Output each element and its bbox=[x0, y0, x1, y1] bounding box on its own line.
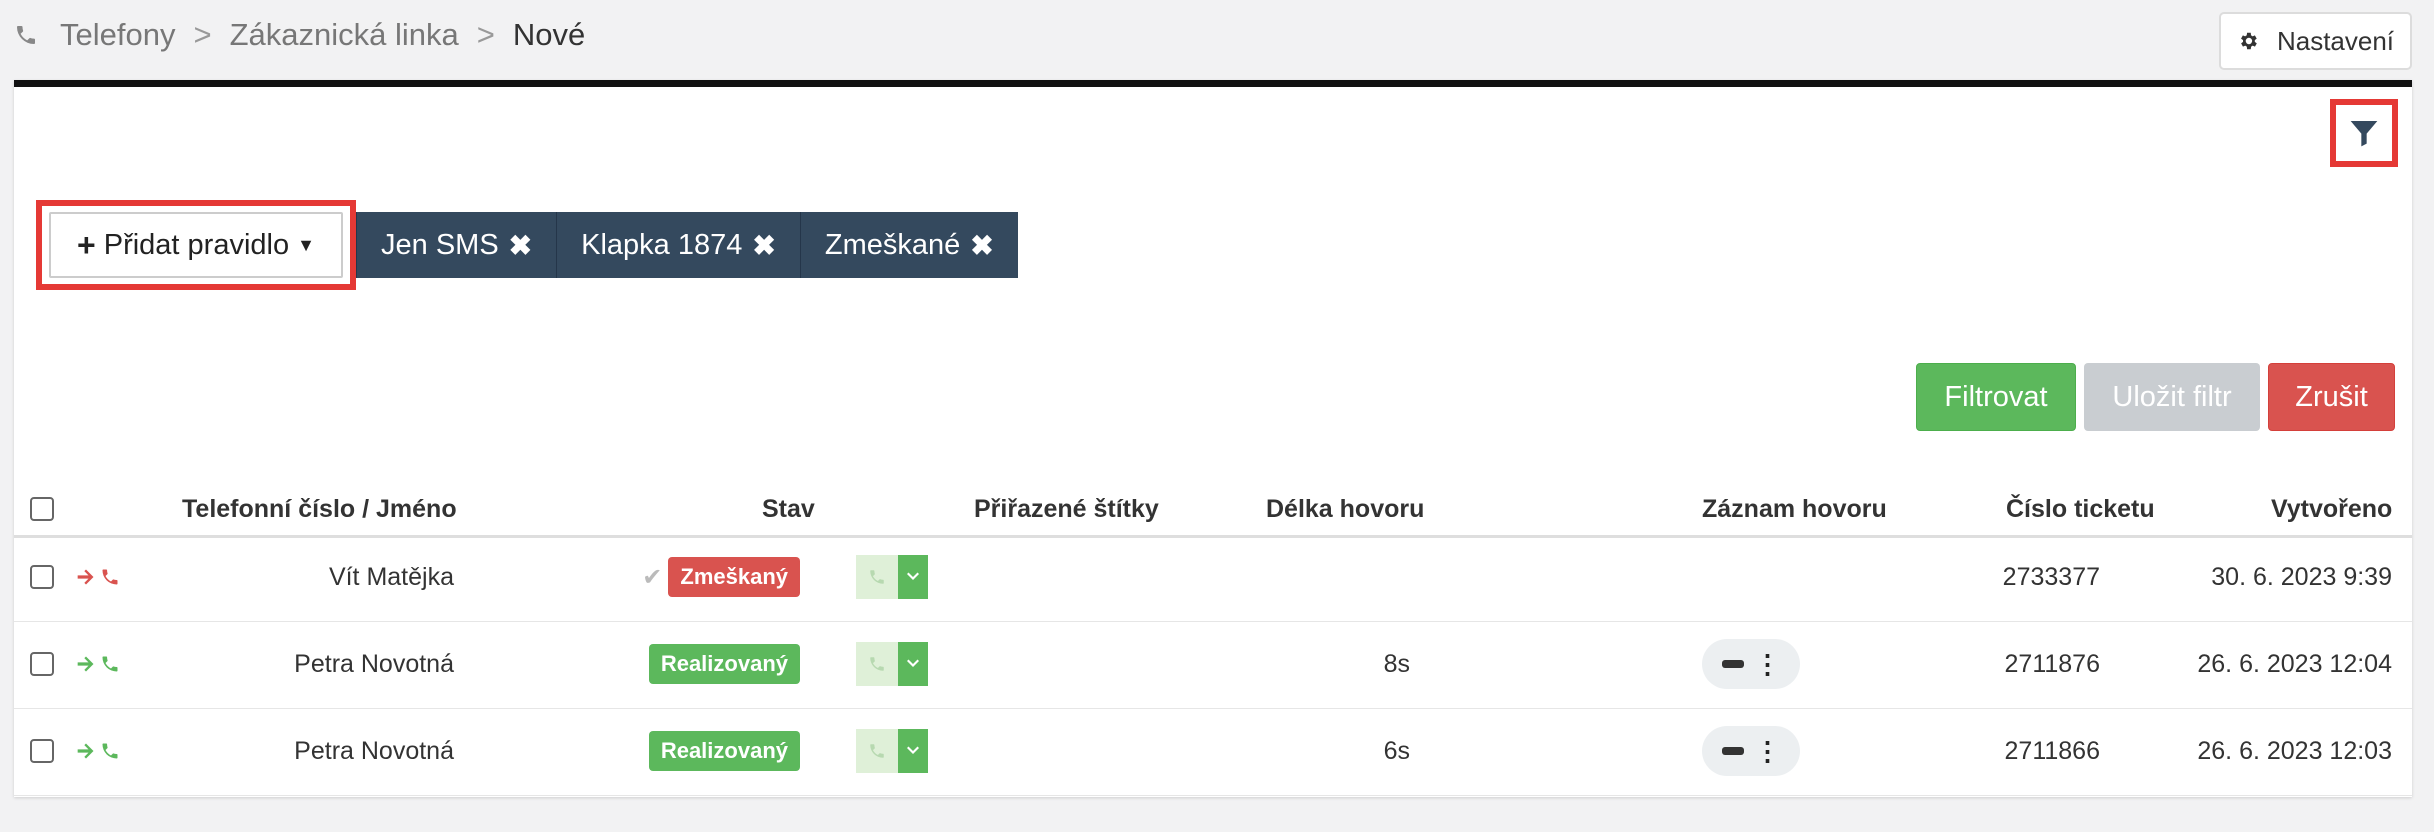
filter-tag-label: Zmeškané bbox=[824, 228, 961, 261]
recording-player[interactable]: ⋮ bbox=[1702, 726, 1800, 776]
arrow-right-icon bbox=[77, 569, 94, 585]
table-row[interactable]: Petra Novotná Realizovaný 8s ⋮ 2711876 26. 6.… bbox=[14, 620, 2412, 709]
dropdown-toggle[interactable] bbox=[898, 729, 928, 773]
header-created[interactable]: Vytvořeno bbox=[2271, 485, 2392, 533]
call-button[interactable] bbox=[856, 642, 898, 686]
breadcrumb: Telefony > Zákaznická linka > Nové bbox=[14, 12, 585, 58]
dropdown-toggle[interactable] bbox=[898, 642, 928, 686]
settings-label: Nastavení bbox=[2276, 25, 2395, 56]
filter-tag[interactable]: Zmeškané ✖ bbox=[799, 212, 1018, 278]
call-direction bbox=[76, 533, 124, 621]
row-checkbox[interactable] bbox=[30, 652, 54, 676]
settings-button[interactable]: Nastavení bbox=[2219, 12, 2412, 70]
breadcrumb-item-zakaznicka-linka[interactable]: Zákaznická linka bbox=[230, 17, 459, 53]
call-direction bbox=[76, 707, 124, 795]
table-row[interactable]: Vít Matějka ✔ Zmeškaný 2733377 30. 6. 2023 9… bbox=[14, 533, 2412, 622]
created-date: 30. 6. 2023 9:39 bbox=[2211, 562, 2392, 591]
header-tags[interactable]: Přiřazené štítky bbox=[974, 485, 1159, 533]
remove-tag-icon[interactable]: ✖ bbox=[970, 229, 993, 262]
caller-name[interactable]: Vít Matějka bbox=[329, 533, 454, 621]
calls-panel: + Přidat pravidlo ▼ Jen SMS ✖ Klapka 187… bbox=[14, 80, 2412, 797]
header-ticket[interactable]: Číslo ticketu bbox=[2006, 485, 2155, 533]
remove-tag-icon[interactable]: ✖ bbox=[752, 229, 775, 262]
chevron-down-icon bbox=[907, 659, 919, 667]
plus-icon: + bbox=[77, 226, 96, 263]
ticket-number[interactable]: 2733377 bbox=[2003, 533, 2100, 621]
caller-name[interactable]: Petra Novotná bbox=[294, 620, 454, 708]
phone-icon bbox=[870, 570, 884, 584]
remove-tag-icon[interactable]: ✖ bbox=[509, 229, 532, 262]
breadcrumb-current: Nové bbox=[512, 17, 586, 52]
dropdown-toggle[interactable] bbox=[898, 555, 928, 599]
call-button[interactable] bbox=[856, 555, 898, 599]
call-button[interactable] bbox=[856, 729, 898, 773]
phone-icon bbox=[102, 656, 118, 672]
more-options-icon[interactable]: ⋮ bbox=[1755, 738, 1781, 764]
progress-bar-icon bbox=[1721, 747, 1744, 755]
breadcrumb-separator: > bbox=[476, 17, 495, 52]
gear-icon bbox=[2240, 32, 2257, 50]
breadcrumb-item-telefony[interactable]: Telefony bbox=[60, 17, 175, 53]
filter-tag[interactable]: Klapka 1874 ✖ bbox=[556, 212, 800, 278]
filter-icon bbox=[2350, 121, 2378, 147]
chevron-down-icon bbox=[907, 746, 919, 754]
apply-filter-button[interactable]: Filtrovat bbox=[1916, 363, 2076, 431]
call-action-split-button[interactable] bbox=[856, 555, 928, 599]
phone-icon bbox=[102, 743, 118, 759]
call-duration: 6s bbox=[1383, 736, 1410, 765]
status-badge: Realizovaný bbox=[648, 731, 800, 771]
status-badge: Zmeškaný bbox=[668, 557, 800, 597]
filter-actions: Filtrovat Uložit filtr Zrušit bbox=[1916, 363, 2395, 431]
phone-icon bbox=[17, 26, 35, 44]
phone-icon bbox=[870, 744, 884, 758]
chevron-down-icon bbox=[907, 572, 919, 580]
add-rule-highlight: + Přidat pravidlo ▼ bbox=[36, 200, 356, 290]
breadcrumb-separator: > bbox=[193, 17, 212, 52]
add-rule-label: Přidat pravidlo bbox=[103, 228, 290, 261]
header-phone-name[interactable]: Telefonní číslo / Jméno bbox=[182, 485, 457, 533]
table-header: Telefonní číslo / Jméno Stav Přiřazené š… bbox=[14, 485, 2412, 538]
phone-icon bbox=[870, 657, 884, 671]
caller-name[interactable]: Petra Novotná bbox=[294, 707, 454, 795]
created-date: 26. 6. 2023 12:04 bbox=[2197, 649, 2392, 678]
filter-tag-label: Jen SMS bbox=[381, 228, 499, 261]
header-status[interactable]: Stav bbox=[762, 485, 815, 533]
add-rule-button[interactable]: + Přidat pravidlo ▼ bbox=[49, 212, 343, 278]
row-checkbox[interactable] bbox=[30, 565, 54, 589]
more-options-icon[interactable]: ⋮ bbox=[1755, 651, 1781, 677]
arrow-right-icon bbox=[77, 656, 94, 672]
ticket-number[interactable]: 2711876 bbox=[2005, 620, 2100, 708]
progress-bar-icon bbox=[1721, 660, 1744, 668]
filter-tag-label: Klapka 1874 bbox=[581, 228, 743, 261]
recording-player[interactable]: ⋮ bbox=[1702, 639, 1800, 689]
call-duration: 8s bbox=[1383, 649, 1410, 678]
checkmark-icon: ✔ bbox=[642, 563, 663, 591]
arrow-right-icon bbox=[77, 743, 94, 759]
created-date: 26. 6. 2023 12:03 bbox=[2197, 736, 2392, 765]
status-badge: Realizovaný bbox=[648, 644, 800, 684]
call-action-split-button[interactable] bbox=[856, 642, 928, 686]
call-direction bbox=[76, 620, 124, 708]
filter-tag[interactable]: Jen SMS ✖ bbox=[356, 212, 557, 278]
row-checkbox[interactable] bbox=[30, 739, 54, 763]
table-row[interactable]: Petra Novotná Realizovaný 6s ⋮ 2711866 26. 6.… bbox=[14, 707, 2412, 796]
save-filter-button[interactable]: Uložit filtr bbox=[2084, 363, 2260, 431]
caret-down-icon: ▼ bbox=[297, 234, 315, 255]
phone-icon bbox=[102, 569, 118, 585]
filter-toggle-button[interactable] bbox=[2330, 99, 2398, 167]
filter-rules: + Přidat pravidlo ▼ Jen SMS ✖ Klapka 187… bbox=[36, 200, 1018, 290]
ticket-number[interactable]: 2711866 bbox=[2005, 707, 2100, 795]
header-duration[interactable]: Délka hovoru bbox=[1266, 485, 1424, 533]
cancel-filter-button[interactable]: Zrušit bbox=[2268, 363, 2395, 431]
call-action-split-button[interactable] bbox=[856, 729, 928, 773]
header-recording[interactable]: Záznam hovoru bbox=[1702, 485, 1887, 533]
select-all-checkbox[interactable] bbox=[30, 497, 54, 521]
